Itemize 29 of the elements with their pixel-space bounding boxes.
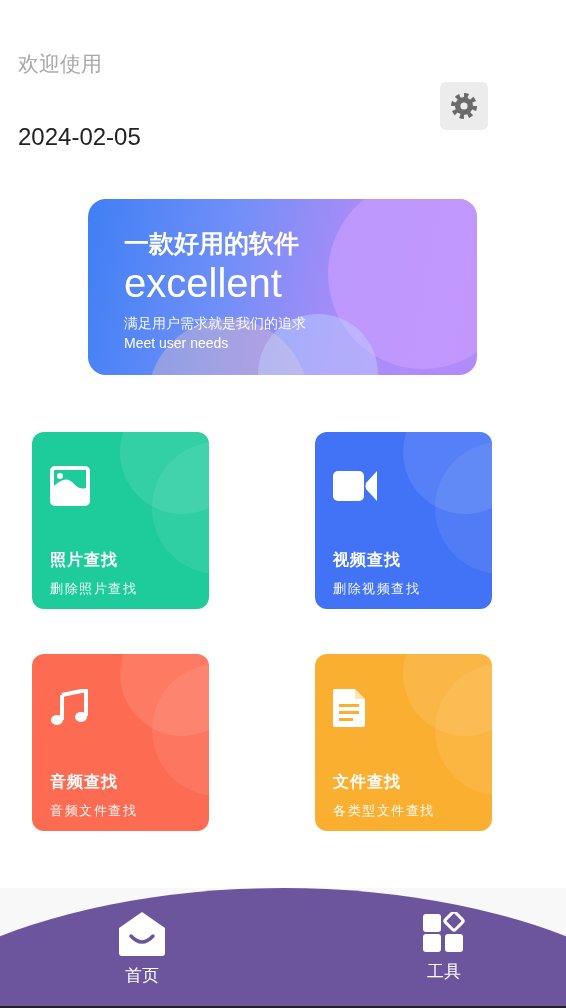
tool-subtitle: 各类型文件查找	[333, 802, 436, 820]
nav-tab[interactable]: 工具	[418, 912, 470, 987]
nav-tab[interactable]: 首页	[116, 912, 168, 987]
tool-card[interactable]: 视频查找 删除视频查找	[315, 432, 492, 609]
tool-title: 照片查找	[50, 550, 119, 570]
home-icon	[119, 912, 165, 956]
greeting-text: 欢迎使用	[18, 51, 103, 78]
tool-subtitle: 删除照片查找	[50, 580, 138, 598]
tool-title: 文件查找	[333, 772, 402, 792]
tool-subtitle: 删除视频查找	[333, 580, 421, 598]
banner-title: 一款好用的软件	[124, 228, 300, 260]
tool-subtitle: 音频文件查找	[50, 802, 138, 820]
promo-banner[interactable]: 一款好用的软件 excellent 满足用户需求就是我们的追求 Meet user needs	[88, 199, 477, 375]
music-note-icon	[50, 689, 88, 727]
document-icon	[333, 689, 365, 727]
banner-subtitle: 满足用户需求就是我们的追求	[124, 314, 307, 333]
settings-button[interactable]	[440, 82, 488, 130]
image-icon	[50, 466, 90, 506]
tool-card[interactable]: 音频查找 音频文件查找	[32, 654, 209, 831]
tool-card[interactable]: 照片查找 删除照片查找	[32, 432, 209, 609]
apps-icon	[423, 912, 465, 952]
banner-caption: Meet user needs	[124, 334, 230, 353]
tool-title: 视频查找	[333, 550, 402, 570]
tool-title: 音频查找	[50, 772, 119, 792]
banner-headline: excellent	[124, 261, 283, 305]
tool-card[interactable]: 文件查找 各类型文件查找	[315, 654, 492, 831]
date-text: 2024-02-05	[18, 122, 141, 152]
video-camera-icon	[333, 469, 379, 503]
settings-icon	[450, 92, 478, 120]
